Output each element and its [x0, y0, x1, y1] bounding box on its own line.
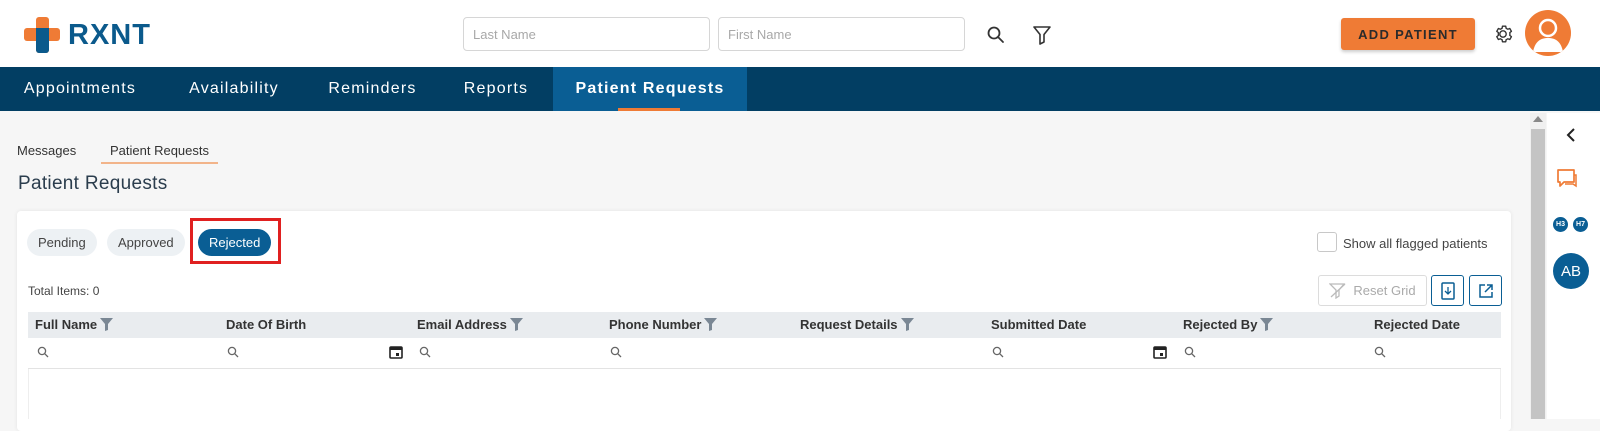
column-label: Phone Number	[609, 317, 702, 332]
top-bar: RXNT ADD PATIENT	[0, 0, 1600, 67]
export-file-icon	[1440, 281, 1455, 300]
rejected-highlight-box	[190, 218, 281, 264]
subtab-patient-requests[interactable]: Patient Requests	[101, 143, 219, 164]
search-icon[interactable]	[984, 23, 1008, 47]
chevron-left-icon[interactable]	[1565, 128, 1577, 142]
page-title: Patient Requests	[18, 173, 168, 194]
nav-item-reports[interactable]: Reports	[441, 67, 551, 111]
scroll-up-arrow-icon[interactable]	[1533, 116, 1543, 122]
nav-item-patient-requests[interactable]: Patient Requests	[553, 67, 747, 111]
reset-grid-button[interactable]: Reset Grid	[1318, 275, 1427, 306]
filter-search-icon[interactable]	[610, 346, 622, 358]
scrollbar-thumb[interactable]	[1531, 129, 1545, 419]
calendar-icon[interactable]	[1153, 345, 1167, 359]
column-filter-icon[interactable]	[509, 318, 523, 331]
column-label: Full Name	[35, 317, 98, 332]
show-flagged-label: Show all flagged patients	[1343, 236, 1488, 251]
user-initials-avatar[interactable]: AB	[1553, 253, 1589, 289]
column-request-details[interactable]: Request Details	[800, 317, 914, 332]
column-label: Email Address	[417, 317, 507, 332]
filter-search-icon[interactable]	[1184, 346, 1196, 358]
column-label: Request Details	[800, 317, 898, 332]
external-link-icon	[1478, 283, 1493, 298]
column-filter-icon[interactable]	[100, 318, 114, 331]
filter-search-icon[interactable]	[37, 346, 49, 358]
gear-icon[interactable]	[1491, 22, 1515, 46]
status-approved-pill[interactable]: Approved	[107, 229, 185, 256]
filter-search-icon[interactable]	[1374, 346, 1386, 358]
badge-h7[interactable]: H7	[1573, 217, 1588, 232]
export-csv-button[interactable]	[1431, 275, 1464, 306]
reset-grid-label: Reset Grid	[1353, 283, 1416, 298]
column-submitted-date[interactable]: Submitted Date	[991, 317, 1086, 332]
open-external-button[interactable]	[1469, 275, 1502, 306]
column-filter-icon[interactable]	[900, 318, 914, 331]
total-items-label: Total Items: 0	[28, 284, 100, 298]
filter-search-icon[interactable]	[992, 346, 1004, 358]
grid-filter-row	[28, 338, 1501, 369]
user-avatar[interactable]	[1525, 10, 1571, 56]
nav-item-reminders[interactable]: Reminders	[304, 67, 441, 111]
badge-h3[interactable]: H3	[1553, 217, 1568, 232]
column-filter-icon[interactable]	[704, 318, 718, 331]
column-date-of-birth[interactable]: Date Of Birth	[226, 317, 306, 332]
last-name-input[interactable]	[463, 17, 710, 51]
first-name-input[interactable]	[718, 17, 965, 51]
column-label: Rejected By	[1183, 317, 1258, 332]
grid-body	[28, 369, 1501, 419]
chat-icon[interactable]	[1555, 167, 1579, 191]
column-filter-icon[interactable]	[1260, 318, 1274, 331]
logo-text: RXNT	[68, 18, 151, 51]
column-label: Date Of Birth	[226, 317, 307, 332]
calendar-icon[interactable]	[389, 345, 403, 359]
column-rejected-date[interactable]: Rejected Date	[1374, 317, 1460, 332]
status-pending-pill[interactable]: Pending	[27, 229, 97, 256]
column-rejected-by[interactable]: Rejected By	[1183, 317, 1274, 332]
column-phone-number[interactable]: Phone Number	[609, 317, 718, 332]
column-label: Submitted Date	[991, 317, 1087, 332]
filter-icon[interactable]	[1030, 23, 1054, 47]
add-patient-button[interactable]: ADD PATIENT	[1341, 18, 1475, 50]
column-email-address[interactable]: Email Address	[417, 317, 523, 332]
logo-cross-icon	[24, 17, 60, 53]
filter-search-icon[interactable]	[227, 346, 239, 358]
main-nav: Appointments Availability Reminders Repo…	[0, 67, 1600, 111]
reset-filter-icon	[1329, 282, 1346, 299]
rxnt-logo[interactable]: RXNT	[24, 17, 151, 53]
show-flagged-checkbox[interactable]	[1317, 232, 1337, 252]
nav-item-availability[interactable]: Availability	[164, 67, 304, 111]
filter-search-icon[interactable]	[419, 346, 431, 358]
nav-item-appointments[interactable]: Appointments	[0, 67, 160, 111]
subtab-messages[interactable]: Messages	[17, 143, 76, 158]
column-label: Rejected Date	[1374, 317, 1460, 332]
column-full-name[interactable]: Full Name	[35, 317, 114, 332]
